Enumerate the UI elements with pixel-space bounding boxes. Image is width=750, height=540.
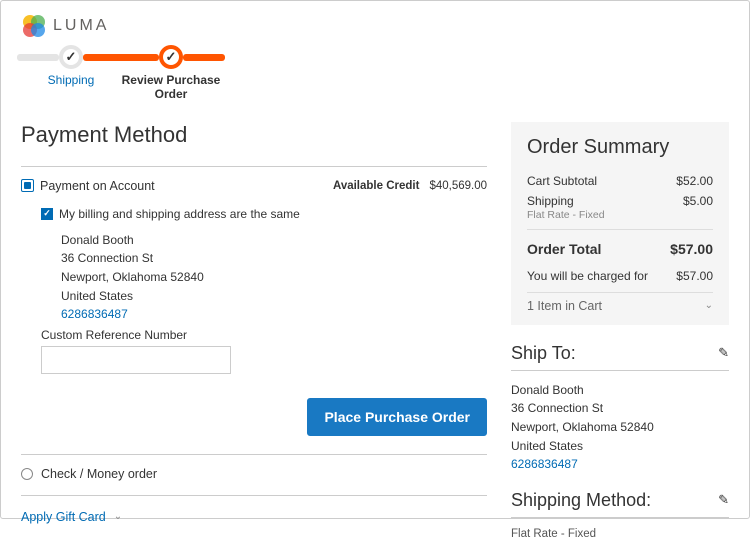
check-money-order-label: Check / Money order	[41, 467, 157, 481]
shipto-street: 36 Connection St	[511, 399, 729, 418]
shipto-cityline: Newport, Oklahoma 52840	[511, 418, 729, 437]
billing-address: Donald Booth 36 Connection St Newport, O…	[61, 231, 487, 324]
check-money-order-option[interactable]: Check / Money order	[21, 454, 487, 481]
available-credit-label: Available Credit	[333, 180, 420, 192]
luma-logo-icon	[21, 13, 47, 39]
cart-subtotal-value: $52.00	[676, 174, 713, 188]
charged-value: $57.00	[676, 269, 713, 283]
place-purchase-order-button[interactable]: Place Purchase Order	[307, 398, 487, 436]
chevron-down-icon: ⌄	[705, 300, 713, 311]
shipto-country: United States	[511, 437, 729, 456]
shipping-value: $5.00	[683, 194, 713, 208]
cart-items-label: 1 Item in Cart	[527, 299, 602, 313]
apply-gift-card-label: Apply Gift Card	[21, 510, 106, 524]
brand-logo[interactable]: LUMA	[21, 13, 729, 39]
order-total-label: Order Total	[527, 241, 601, 257]
available-credit-value: $40,569.00	[429, 180, 487, 192]
shipping-method-block: Shipping Method: ✎ Flat Rate - Fixed	[511, 490, 729, 540]
checkbox-checked-icon: ✓	[41, 208, 53, 220]
radio-selected-icon	[21, 179, 34, 192]
custom-reference-input[interactable]	[41, 346, 231, 374]
billing-phone[interactable]: 6286836487	[61, 305, 487, 324]
payment-on-account-label: Payment on Account	[40, 179, 155, 193]
apply-gift-card-toggle[interactable]: Apply Gift Card ⌄	[21, 495, 487, 524]
billing-name: Donald Booth	[61, 231, 487, 250]
radio-unselected-icon	[21, 468, 33, 480]
payment-method-title: Payment Method	[21, 122, 487, 148]
billing-country: United States	[61, 287, 487, 306]
brand-name: LUMA	[53, 17, 109, 35]
checkout-progress: ✓ Shipping ✓ Review Purchase Order	[21, 45, 729, 102]
shipping-method-title: Shipping Method:	[511, 490, 651, 511]
edit-shipping-method-icon[interactable]: ✎	[718, 492, 729, 508]
billing-street: 36 Connection St	[61, 249, 487, 268]
cart-subtotal-label: Cart Subtotal	[527, 174, 597, 188]
billing-cityline: Newport, Oklahoma 52840	[61, 268, 487, 287]
shipto-phone[interactable]: 6286836487	[511, 455, 729, 474]
shipping-label: Shipping	[527, 194, 574, 208]
step-shipping-label[interactable]: Shipping	[48, 73, 95, 87]
same-address-checkbox[interactable]: ✓ My billing and shipping address are th…	[41, 207, 487, 221]
order-summary-title: Order Summary	[527, 136, 713, 159]
edit-ship-to-icon[interactable]: ✎	[718, 345, 729, 361]
custom-reference-label: Custom Reference Number	[41, 328, 487, 342]
shipping-sublabel: Flat Rate - Fixed	[527, 209, 713, 221]
shipping-method-value: Flat Rate - Fixed	[511, 528, 729, 540]
ship-to-block: Ship To: ✎ Donald Booth 36 Connection St…	[511, 343, 729, 474]
chevron-down-icon: ⌄	[114, 511, 122, 522]
charged-label: You will be charged for	[527, 269, 648, 283]
shipto-name: Donald Booth	[511, 381, 729, 400]
available-credit: Available Credit $40,569.00	[333, 180, 487, 192]
ship-to-title: Ship To:	[511, 343, 576, 364]
payment-on-account-option[interactable]: Payment on Account	[21, 179, 155, 193]
step-shipping-icon[interactable]: ✓	[59, 45, 83, 69]
order-summary: Order Summary Cart Subtotal $52.00 Shipp…	[511, 122, 729, 325]
cart-items-toggle[interactable]: 1 Item in Cart ⌄	[527, 292, 713, 315]
step-review-label: Review Purchase Order	[121, 73, 221, 102]
same-address-label: My billing and shipping address are the …	[59, 207, 300, 221]
order-total-value: $57.00	[670, 241, 713, 257]
step-review-icon: ✓	[159, 45, 183, 69]
